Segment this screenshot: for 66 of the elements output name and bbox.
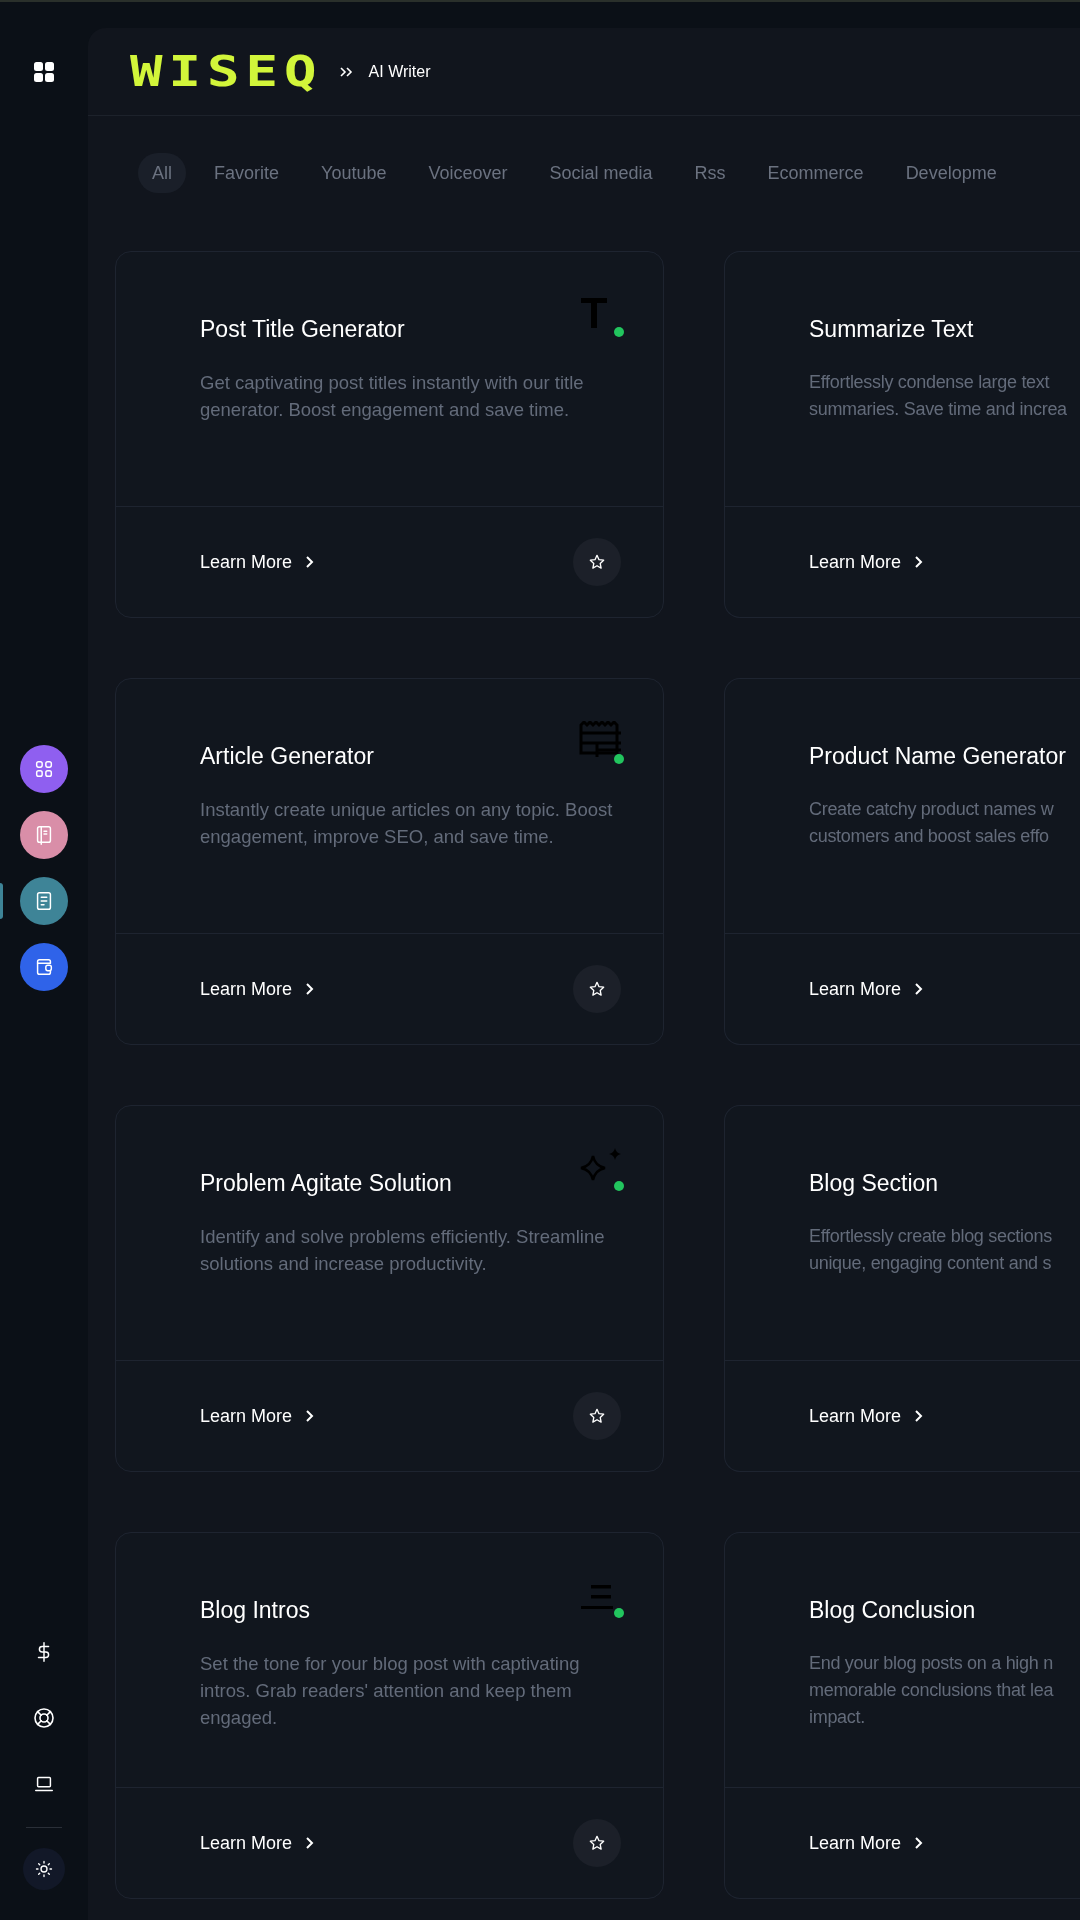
learn-more-link[interactable]: Learn More bbox=[200, 1829, 315, 1857]
star-icon bbox=[589, 981, 605, 997]
chevron-right-icon bbox=[304, 982, 315, 996]
apps-icon bbox=[33, 758, 55, 780]
description-line: Effortlessly create blog sections bbox=[809, 1224, 1052, 1248]
theme-button[interactable] bbox=[23, 1848, 65, 1890]
card-title: Post Title Generator bbox=[200, 315, 405, 344]
card-description: Identify and solve problems efficiently. Streamline solutions and increase productivity. bbox=[200, 1224, 606, 1276]
card-title: Blog Conclusion bbox=[809, 1596, 976, 1625]
chevron-right-icon bbox=[913, 982, 924, 996]
learn-more-link[interactable]: Learn More bbox=[809, 548, 924, 576]
card-description: Set the tone for your blog post with captivating intros. Grab readers' attention and keep them engaged. bbox=[200, 1651, 581, 1730]
grid-icon bbox=[33, 61, 55, 83]
learn-more-link[interactable]: Learn More bbox=[809, 975, 924, 1003]
card-title: Article Generator bbox=[200, 742, 374, 771]
filter-tab[interactable]: Youtube bbox=[307, 153, 401, 193]
filter-tab[interactable]: Developme bbox=[891, 153, 1011, 193]
card-description: Instantly create unique articles on any topic. Boost engagement, improve SEO, and save time. bbox=[200, 797, 614, 849]
card-title: Product Name Generator bbox=[809, 742, 1066, 771]
chevron-right-icon bbox=[304, 555, 315, 569]
description-line: impact. bbox=[809, 1705, 865, 1729]
filter-tab[interactable]: Voiceover bbox=[414, 153, 522, 193]
lifebuoy-icon bbox=[32, 1706, 56, 1730]
card-title: Summarize Text bbox=[809, 315, 974, 344]
card-description: Get captivating post titles instantly with our title generator. Boost engagement and save time. bbox=[200, 370, 585, 422]
chevron-right-icon bbox=[304, 1836, 315, 1850]
card-title: Problem Agitate Solution bbox=[200, 1169, 452, 1198]
star-icon bbox=[589, 554, 605, 570]
nav-button[interactable] bbox=[20, 877, 68, 925]
card-title: Blog Section bbox=[809, 1169, 939, 1198]
filter-tab[interactable]: Rss bbox=[680, 153, 740, 193]
nav-button[interactable] bbox=[20, 811, 68, 859]
favorite-button[interactable] bbox=[573, 1392, 621, 1440]
description-line: memorable conclusions that lea bbox=[809, 1678, 1054, 1702]
newspaper-icon bbox=[579, 721, 625, 765]
sun-icon bbox=[35, 1860, 53, 1878]
breadcrumb: AI Writer bbox=[368, 61, 431, 82]
chevron-right-icon bbox=[913, 555, 924, 569]
description-line: End your blog posts on a high n bbox=[809, 1651, 1053, 1675]
learn-more-link[interactable]: Learn More bbox=[200, 548, 315, 576]
favorite-button[interactable] bbox=[573, 965, 621, 1013]
filter-tab[interactable]: Favorite bbox=[200, 153, 294, 193]
star-icon bbox=[589, 1835, 605, 1851]
learn-more-link[interactable]: Learn More bbox=[200, 975, 315, 1003]
chevron-right-icon bbox=[913, 1409, 924, 1423]
favorite-button[interactable] bbox=[573, 1819, 621, 1867]
chevron-right-icon bbox=[913, 1836, 924, 1850]
description-line: Effortlessly condense large text bbox=[809, 370, 1050, 394]
learn-more-link[interactable]: Learn More bbox=[809, 1829, 924, 1857]
description-line: customers and boost sales effo bbox=[809, 824, 1049, 848]
learn-more-link[interactable]: Learn More bbox=[200, 1402, 315, 1430]
filter-tab[interactable]: Ecommerce bbox=[753, 153, 878, 193]
sparkle-icon bbox=[579, 1148, 625, 1192]
star-icon bbox=[589, 1408, 605, 1424]
description-line: summaries. Save time and increa bbox=[809, 397, 1067, 421]
description-line: Create catchy product names w bbox=[809, 797, 1054, 821]
logo: WISEQ bbox=[130, 49, 323, 94]
chevron-right-icon bbox=[304, 1409, 315, 1423]
nav-button[interactable] bbox=[20, 745, 68, 793]
favorite-button[interactable] bbox=[573, 538, 621, 586]
nav-button[interactable] bbox=[20, 943, 68, 991]
description-line: unique, engaging content and s bbox=[809, 1251, 1052, 1275]
learn-more-link[interactable]: Learn More bbox=[809, 1402, 924, 1430]
card-title: Blog Intros bbox=[200, 1596, 310, 1625]
filter-tab[interactable]: Social media bbox=[535, 153, 667, 193]
double-chevron-icon bbox=[338, 65, 353, 78]
